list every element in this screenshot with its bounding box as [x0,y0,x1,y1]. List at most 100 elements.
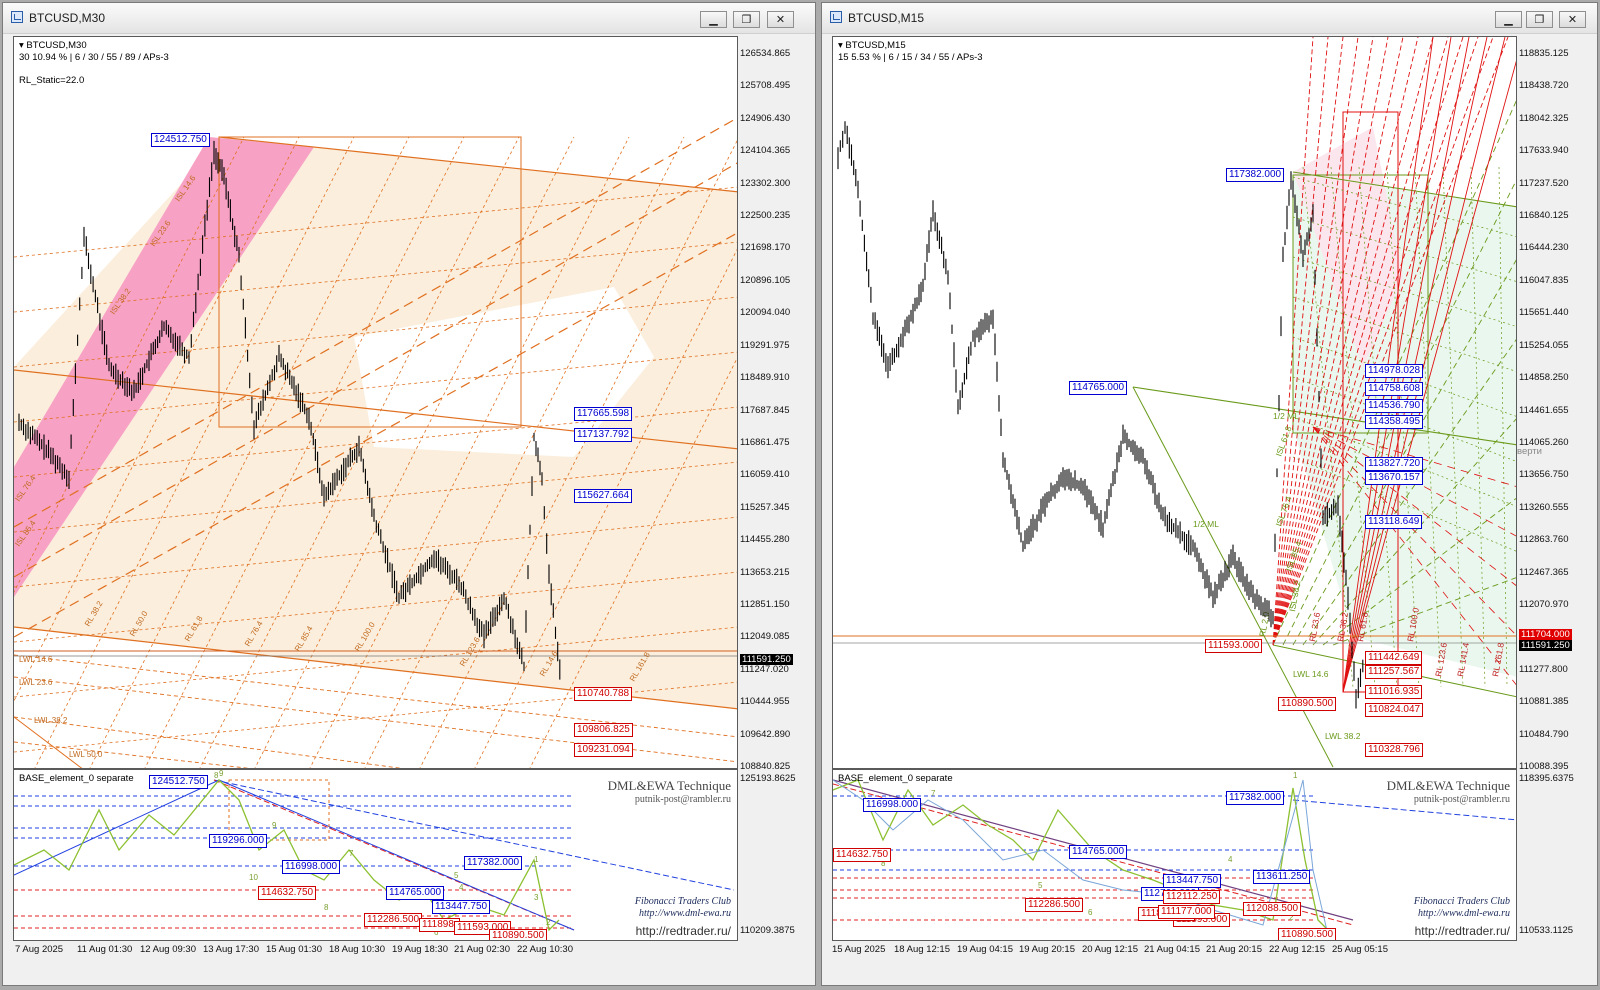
price-tick: 120896.105 [740,274,791,286]
wave-price-tag: 112286.500 [364,913,423,927]
wave-price-tag: 117382.000 [464,856,523,870]
club-name: Fibonacci Traders Club [634,896,731,907]
wave-price-tag: 112112.250 [1163,890,1221,904]
wave-price-tag: 112088.500 [1243,902,1302,916]
price-axis[interactable]: 126534.865 125708.495 124906.430 124104.365… [738,36,816,772]
price-tick: 111247.020 [740,663,789,675]
close-button[interactable]: ✕ [1559,11,1586,28]
price-chart[interactable]: ISL 14.6 ISL 23.6 ISL 38.2 ISL 76.4 ISL 85.4… [13,36,738,769]
fib-label: LWL 14.6 [19,655,53,664]
price-tick: 118835.125 [1519,48,1569,59]
wave-price-tag: 112286.500 [1025,898,1084,912]
time-tick: 21 Aug 20:15 [1206,944,1262,955]
indicator-axis: 118395.6375 110533.1125 [1517,769,1597,941]
price-tick: 116840.125 [1519,210,1569,222]
wave-number: 6 [1088,908,1093,917]
redtrader-link[interactable]: http://redtrader.ru/ [1415,924,1510,938]
price-tick: 123302.300 [740,177,791,189]
fib-label: LWL 50.0 [69,750,103,759]
chart-info-text: 30 10.94 % | 6 / 30 / 55 / 89 / APs-3 [19,52,169,63]
indicator-axis: 125193.8625 110209.3875 [738,769,816,941]
price-tag: 114358.495 [1365,415,1424,429]
minimize-button[interactable]: ▁ [700,11,727,28]
price-tick: 109642.890 [740,728,791,740]
price-tick: 126534.865 [740,48,791,59]
wave-price-tag: 114632.750 [258,886,317,900]
chart-window-m30[interactable]: BTCUSD,M30 ▁ ❐ ✕ ISL 14.6 ISL 23.6 ISL 38.… [2,2,816,986]
wave-price-tag: 117382.000 [1226,791,1285,805]
close-button[interactable]: ✕ [767,11,794,28]
watermark-title: DML&EWA Technique [607,778,731,793]
time-tick: 15 Aug 2025 [832,944,886,955]
price-tag: 113827.720 [1365,457,1424,471]
time-tick: 21 Aug 02:30 [454,944,510,955]
fib-label: 1/2 ML [1273,411,1299,421]
price-tick: 113656.750 [1519,469,1569,481]
wave-price-tag: 111177.000 [1158,905,1215,919]
symbol-label: ▾ BTCUSD,M15 [838,40,906,51]
time-tick: 15 Aug 01:30 [266,944,322,955]
price-tick: 118489.910 [740,372,790,384]
wave-price-tag: 114765.000 [1069,845,1128,859]
fib-label: LWL 14.6 [1293,669,1329,679]
chart-window-m15[interactable]: BTCUSD,M15 ▁ ❐ ✕ 1/2 ML 1/2 ML ISL 61.8 ISL… [821,2,1598,986]
wave-price-tag: 113447.750 [1163,874,1222,888]
price-tag: 124512.750 [151,133,210,147]
price-tick: 116444.230 [1519,242,1569,254]
price-tick: 116047.835 [1519,274,1569,286]
indicator-panel[interactable]: 8 9 10 7 8 5 6 4 3 2 1 9 BASE_element_0 separate DM… [13,769,738,941]
wave-number: 9 [272,821,277,830]
price-axis[interactable]: 118835.125 118438.720 118042.325 117633.940… [1517,36,1597,772]
window-title: BTCUSD,M15 [848,11,925,25]
wave-number: 8 [324,903,329,912]
wave-price-tag: 110890.500 [489,929,548,940]
trend-line [218,779,575,931]
redtrader-link[interactable]: http://redtrader.ru/ [636,924,731,938]
window-titlebar[interactable]: BTCUSD,M30 ▁ ❐ ✕ [3,3,815,34]
wave-price-tag: 110890.500 [1278,928,1337,940]
time-tick: 19 Aug 20:15 [1019,944,1075,955]
wave-price-tag: 124512.750 [149,775,208,789]
indicator-axis-bottom: 110209.3875 [740,925,795,936]
price-tick: 124906.430 [740,112,791,124]
bid-price-tag: 111591.250 [740,654,793,665]
fib-label: 1/2 ML [1193,519,1219,529]
price-tick: 121698.170 [740,242,791,254]
indicator-panel[interactable]: 78654321 BASE_element_0 separate DML&EWA… [832,769,1517,941]
price-tag: 111257.567 [1365,665,1423,679]
price-tick: 117687.845 [740,404,790,416]
price-tag: 110890.500 [1278,697,1337,711]
club-label: Fibonacci Traders Club http://www.dml-ew… [1414,896,1510,920]
club-name: Fibonacci Traders Club [1413,896,1510,907]
price-tag: 114978.028 [1365,364,1424,378]
indicator-title: BASE_element_0 separate [19,773,134,784]
watermark: DML&EWA Technique putnik-post@rambler.ru [608,778,731,805]
price-tag: 114758.608 [1365,382,1424,396]
price-tick: 112467.365 [1519,566,1569,578]
price-tag: 110328.796 [1365,743,1424,757]
maximize-button[interactable]: ❐ [1526,11,1553,28]
indicator-axis-bottom: 110533.1125 [1519,925,1574,936]
window-titlebar[interactable]: BTCUSD,M15 ▁ ❐ ✕ [822,3,1597,34]
price-chart[interactable]: 1/2 ML 1/2 ML ISL 61.8 ISL 76.4 ISL 85.4 ISL … [832,36,1517,769]
maximize-button[interactable]: ❐ [733,11,760,28]
price-tag: 117137.792 [574,428,633,442]
price-tick: 118438.720 [1519,80,1569,92]
price-tag: 117665.598 [574,407,633,421]
fib-label: ISL 76.4 [1273,495,1293,528]
wave-number: 1 [534,855,539,864]
fib-label: LWL 38.2 [34,716,68,725]
time-axis[interactable]: 15 Aug 2025 18 Aug 12:15 19 Aug 04:15 19 Au… [832,943,1517,959]
wave-price-tag: 116998.000 [282,860,341,874]
watermark: DML&EWA Technique putnik-post@rambler.ru [1387,778,1510,805]
price-tag: 111016.935 [1365,685,1423,699]
time-tick: 21 Aug 04:15 [1144,944,1200,955]
price-tick: 119291.975 [740,339,790,351]
time-tick: 20 Aug 12:15 [1082,944,1138,955]
time-axis[interactable]: 7 Aug 2025 11 Aug 01:30 12 Aug 09:30 13 Aug… [13,943,738,959]
time-tick: 25 Aug 05:15 [1332,944,1388,955]
price-tick: 114461.655 [1519,404,1569,416]
wave-number: 9 [219,770,224,778]
minimize-button[interactable]: ▁ [1495,11,1522,28]
vertical-line-label: верти [1517,446,1542,457]
